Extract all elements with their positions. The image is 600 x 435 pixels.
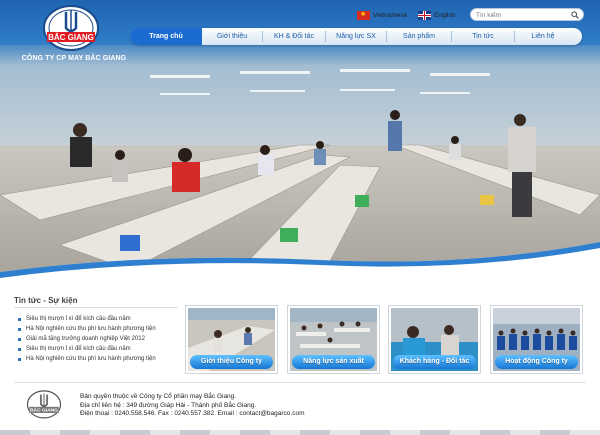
thumb-label: Giới thiệu Công ty bbox=[190, 355, 273, 369]
company-name: CÔNG TY CP MAY BẮC GIANG bbox=[21, 55, 127, 62]
news-heading: Tin tức - Sự kiện bbox=[14, 296, 78, 305]
thumb-label: Hoạt động Công ty bbox=[495, 355, 578, 369]
nav-item-home[interactable]: Trang chủ bbox=[130, 28, 202, 45]
language-label: Vietnamese bbox=[373, 11, 408, 19]
nav-item-partners[interactable]: KH & Đối tác bbox=[263, 28, 325, 45]
footer-address: Địa chỉ liên hệ : 349 đường Giáp Hải - T… bbox=[80, 401, 257, 409]
banner-wave bbox=[0, 242, 600, 280]
footer-divider bbox=[14, 382, 586, 383]
news-item[interactable]: Siêu thị mượn ỉ xì để kích cầu đầu năm bbox=[18, 314, 156, 324]
footer-strip bbox=[0, 430, 600, 435]
nav-item-about[interactable]: Giới thiệu bbox=[202, 28, 262, 45]
svg-text:BẮC GIANG: BẮC GIANG bbox=[48, 33, 94, 42]
footer-contact: Điện thoại : 0240.558.546. Fax : 0240.55… bbox=[80, 410, 305, 417]
nav-item-capacity[interactable]: Năng lực SX bbox=[326, 28, 386, 45]
search-icon[interactable] bbox=[571, 11, 579, 19]
uk-flag-icon bbox=[418, 10, 431, 20]
language-vietnamese[interactable]: Vietnamese bbox=[357, 10, 407, 20]
footer-copyright: Bản quyền thuộc về Công ty Cổ phần may B… bbox=[80, 393, 237, 400]
nav-item-products[interactable]: Sản phẩm bbox=[387, 28, 451, 45]
main-nav: Trang chủ Giới thiệu KH & Đối tác Năng l… bbox=[130, 28, 582, 45]
news-item[interactable]: Hà Nội nghiên cứu thu phí lưu hành phươn… bbox=[18, 354, 156, 364]
nav-item-contact[interactable]: Liên hệ bbox=[515, 28, 571, 45]
thumb-label: Năng lực sản xuất bbox=[292, 355, 375, 369]
vn-flag-icon bbox=[357, 10, 370, 20]
header-banner: BẮC GIANG CÔNG TY CP MAY BẮC GIANG Vietn… bbox=[0, 0, 600, 280]
news-item[interactable]: Siêu thị mượn ỉ xì để kích cầu đầu năm bbox=[18, 344, 156, 354]
search-box bbox=[470, 8, 584, 21]
search-input[interactable] bbox=[476, 10, 568, 20]
news-item[interactable]: Giải mã tăng trưởng doanh nghiệp Việt 20… bbox=[18, 334, 156, 344]
thumb-production-capacity[interactable]: Năng lực sản xuất bbox=[287, 305, 380, 374]
news-item[interactable]: Hà Nội nghiên cứu thu phí lưu hành phươn… bbox=[18, 324, 156, 334]
footer-info: Bản quyền thuộc về Công ty Cổ phần may B… bbox=[80, 393, 305, 419]
thumb-customers-partners[interactable]: Khách hàng - Đối tác bbox=[388, 305, 481, 374]
language-english[interactable]: English bbox=[418, 10, 455, 20]
nav-item-news[interactable]: Tin tức bbox=[452, 28, 514, 45]
company-logo: BẮC GIANG bbox=[43, 5, 99, 51]
thumb-company-activities[interactable]: Hoạt động Công ty bbox=[490, 305, 583, 374]
language-label: English bbox=[434, 11, 456, 19]
news-list: Siêu thị mượn ỉ xì để kích cầu đầu năm H… bbox=[18, 314, 156, 364]
thumb-label: Khách hàng - Đối tác bbox=[393, 355, 476, 369]
footer-logo: BẮC GIANG bbox=[26, 390, 62, 419]
news-divider bbox=[14, 307, 178, 308]
thumb-about-company[interactable]: Giới thiệu Công ty bbox=[185, 305, 278, 374]
